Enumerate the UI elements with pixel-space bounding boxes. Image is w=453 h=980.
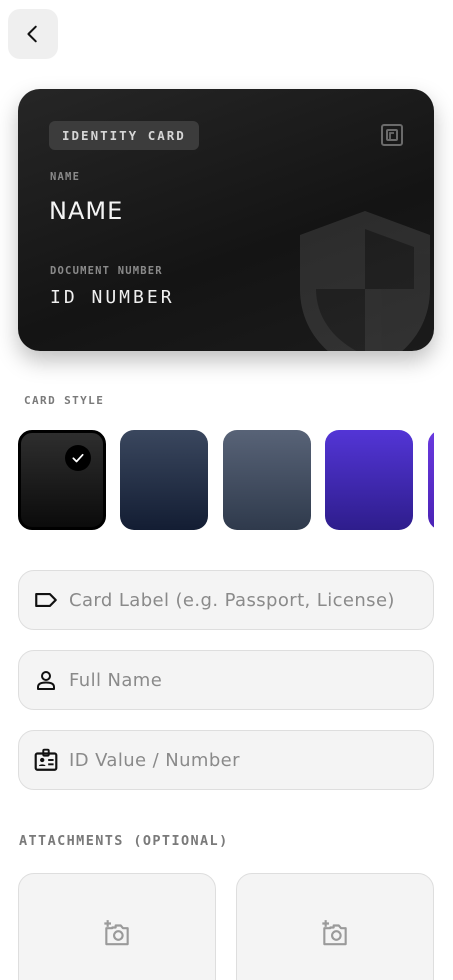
attachments-label: ATTACHMENTS (OPTIONAL) xyxy=(19,833,229,849)
card-label-input[interactable] xyxy=(69,571,433,629)
shield-icon xyxy=(300,211,430,351)
add-photo-icon xyxy=(101,918,133,955)
id-badge-icon xyxy=(19,747,69,773)
add-photo-icon xyxy=(319,918,351,955)
id-value-field xyxy=(18,730,434,790)
card-style-label: CARD STYLE xyxy=(24,394,105,407)
nfc-icon xyxy=(381,124,403,146)
swatch-violet[interactable] xyxy=(428,430,434,530)
card-type-badge: IDENTITY CARD xyxy=(49,121,199,150)
card-label-field xyxy=(18,570,434,630)
id-value-input[interactable] xyxy=(69,731,433,789)
chevron-left-icon xyxy=(27,25,37,43)
back-button[interactable] xyxy=(8,9,58,59)
attachment-slot-front[interactable] xyxy=(18,873,216,980)
check-badge xyxy=(65,445,91,471)
swatch-black[interactable] xyxy=(18,430,106,530)
card-name-label: NAME xyxy=(50,171,81,183)
card-number-label: DOCUMENT NUMBER xyxy=(50,265,163,277)
swatch-navy[interactable] xyxy=(120,430,208,530)
full-name-input[interactable] xyxy=(69,651,433,709)
swatch-indigo[interactable] xyxy=(325,430,413,530)
full-name-field xyxy=(18,650,434,710)
tag-icon xyxy=(19,587,69,613)
card-name-value: NAME xyxy=(49,197,124,225)
card-style-swatches xyxy=(18,430,434,530)
person-icon xyxy=(19,668,69,692)
swatch-slate[interactable] xyxy=(223,430,311,530)
identity-card-preview: IDENTITY CARD NAME NAME DOCUMENT NUMBER … xyxy=(18,89,434,351)
check-icon xyxy=(72,453,84,463)
attachment-slot-back[interactable] xyxy=(236,873,434,980)
card-number-value: ID NUMBER xyxy=(50,287,175,308)
